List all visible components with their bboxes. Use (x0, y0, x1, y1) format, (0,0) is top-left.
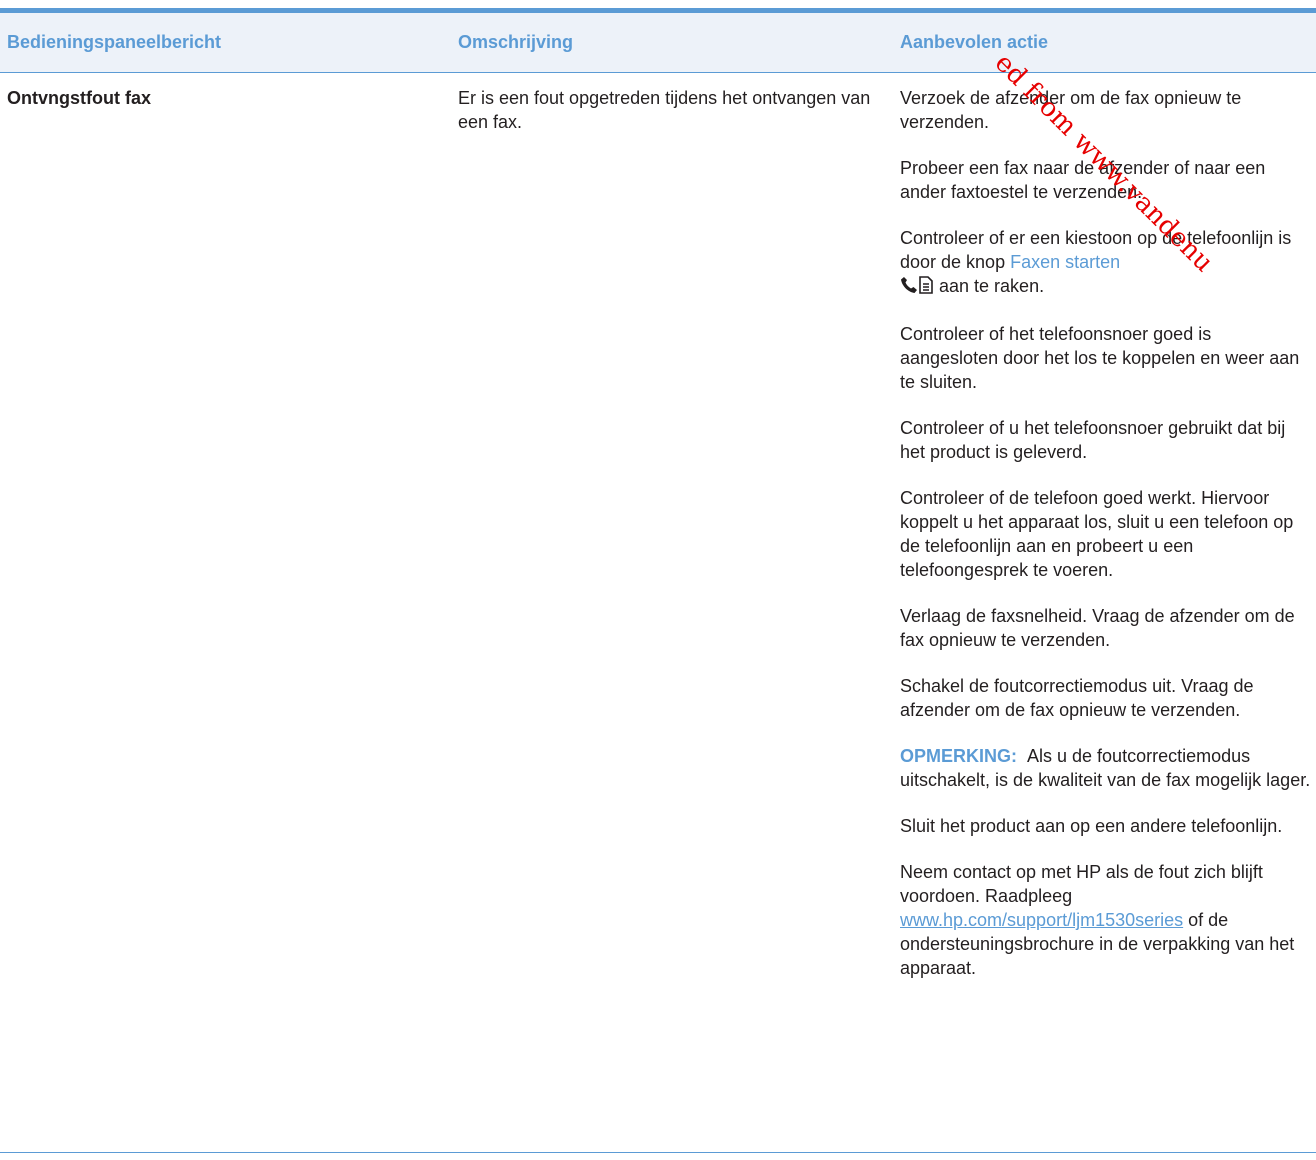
start-fax-button-reference[interactable]: Faxen starten (1010, 252, 1120, 272)
table-bottom-rule (0, 1152, 1316, 1153)
action-item: Controleer of het telefoonsnoer goed is … (900, 324, 1300, 392)
action-item: Controleer of er een kiestoon op de tele… (900, 226, 1312, 300)
hp-support-link[interactable]: www.hp.com/support/ljm1530series (900, 910, 1183, 930)
header-recommended-action: Aanbevolen actie (900, 32, 1049, 52)
phone-icon (900, 276, 918, 300)
note-item: OPMERKING: Als u de foutcorrectiemodus ui… (900, 744, 1312, 792)
action-text: Neem contact op met HP als de fout zich … (900, 862, 1263, 906)
action-item: Controleer of u het telefoonsnoer gebrui… (900, 418, 1286, 462)
header-description: Omschrijving (458, 32, 574, 52)
header-control-panel-message: Bedieningspaneelbericht (7, 32, 222, 52)
action-text: aan te raken. (934, 276, 1045, 296)
document-icon (918, 276, 934, 300)
action-item: Sluit het product aan op een andere tele… (900, 816, 1283, 836)
description-cell: Er is een fout opgetreden tijdens het on… (458, 88, 871, 132)
recommended-actions-cell: Verzoek de afzender om de fax opnieuw te… (900, 86, 1312, 1002)
note-label: OPMERKING: (900, 746, 1017, 766)
action-item: Neem contact op met HP als de fout zich … (900, 860, 1312, 980)
action-item: Verlaag de faxsnelheid. Vraag de afzende… (900, 606, 1295, 650)
action-item: Controleer of de telefoon goed werkt. Hi… (900, 488, 1294, 580)
action-item: Verzoek de afzender om de fax opnieuw te… (900, 88, 1242, 132)
header-divider (0, 72, 1316, 73)
action-item: Schakel de foutcorrectiemodus uit. Vraag… (900, 676, 1254, 720)
error-message-cell: Ontvngstfout fax (7, 88, 151, 108)
